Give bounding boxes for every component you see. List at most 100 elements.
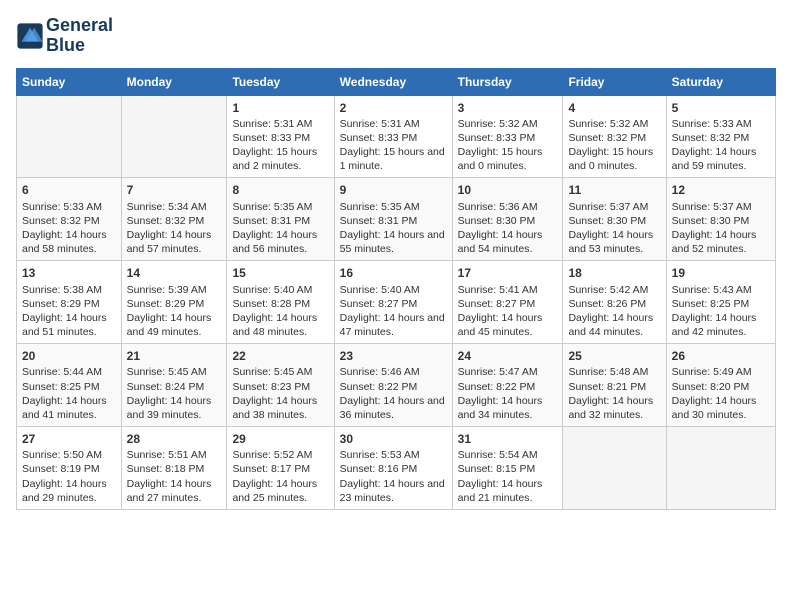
- sunset: Sunset: 8:22 PM: [458, 381, 536, 393]
- sunrise: Sunrise: 5:32 AM: [568, 118, 648, 130]
- calendar-cell: 13Sunrise: 5:38 AMSunset: 8:29 PMDayligh…: [17, 261, 122, 344]
- day-number: 6: [22, 182, 116, 198]
- sunset: Sunset: 8:25 PM: [672, 298, 750, 310]
- day-number: 27: [22, 431, 116, 447]
- calendar-cell: 17Sunrise: 5:41 AMSunset: 8:27 PMDayligh…: [452, 261, 563, 344]
- sunrise: Sunrise: 5:47 AM: [458, 366, 538, 378]
- daylight: Daylight: 14 hours and 54 minutes.: [458, 229, 543, 255]
- sunset: Sunset: 8:32 PM: [672, 132, 750, 144]
- sunrise: Sunrise: 5:37 AM: [568, 201, 648, 213]
- calendar-cell: 27Sunrise: 5:50 AMSunset: 8:19 PMDayligh…: [17, 427, 122, 510]
- daylight: Daylight: 14 hours and 27 minutes.: [127, 478, 212, 504]
- sunset: Sunset: 8:31 PM: [340, 215, 418, 227]
- calendar-week-2: 6Sunrise: 5:33 AMSunset: 8:32 PMDaylight…: [17, 178, 776, 261]
- sunset: Sunset: 8:23 PM: [232, 381, 310, 393]
- calendar-cell: [563, 427, 666, 510]
- daylight: Daylight: 14 hours and 32 minutes.: [568, 395, 653, 421]
- col-header-wednesday: Wednesday: [334, 68, 452, 95]
- sunrise: Sunrise: 5:42 AM: [568, 284, 648, 296]
- day-number: 21: [127, 348, 222, 364]
- daylight: Daylight: 14 hours and 51 minutes.: [22, 312, 107, 338]
- daylight: Daylight: 14 hours and 47 minutes.: [340, 312, 445, 338]
- daylight: Daylight: 15 hours and 0 minutes.: [568, 146, 653, 172]
- daylight: Daylight: 14 hours and 42 minutes.: [672, 312, 757, 338]
- day-number: 31: [458, 431, 558, 447]
- day-number: 15: [232, 265, 328, 281]
- day-number: 5: [672, 100, 770, 116]
- calendar-cell: 19Sunrise: 5:43 AMSunset: 8:25 PMDayligh…: [666, 261, 775, 344]
- calendar-cell: 4Sunrise: 5:32 AMSunset: 8:32 PMDaylight…: [563, 95, 666, 178]
- sunset: Sunset: 8:24 PM: [127, 381, 205, 393]
- calendar-cell: 31Sunrise: 5:54 AMSunset: 8:15 PMDayligh…: [452, 427, 563, 510]
- sunrise: Sunrise: 5:31 AM: [232, 118, 312, 130]
- sunset: Sunset: 8:30 PM: [458, 215, 536, 227]
- sunset: Sunset: 8:33 PM: [232, 132, 310, 144]
- sunset: Sunset: 8:19 PM: [22, 463, 100, 475]
- calendar-cell: 23Sunrise: 5:46 AMSunset: 8:22 PMDayligh…: [334, 344, 452, 427]
- page-header: General Blue: [16, 16, 776, 56]
- sunrise: Sunrise: 5:33 AM: [672, 118, 752, 130]
- sunset: Sunset: 8:27 PM: [340, 298, 418, 310]
- sunset: Sunset: 8:29 PM: [22, 298, 100, 310]
- calendar-cell: 8Sunrise: 5:35 AMSunset: 8:31 PMDaylight…: [227, 178, 334, 261]
- daylight: Daylight: 14 hours and 29 minutes.: [22, 478, 107, 504]
- day-number: 23: [340, 348, 447, 364]
- calendar-week-5: 27Sunrise: 5:50 AMSunset: 8:19 PMDayligh…: [17, 427, 776, 510]
- sunset: Sunset: 8:30 PM: [568, 215, 646, 227]
- sunset: Sunset: 8:33 PM: [340, 132, 418, 144]
- sunrise: Sunrise: 5:53 AM: [340, 449, 420, 461]
- daylight: Daylight: 14 hours and 53 minutes.: [568, 229, 653, 255]
- day-number: 26: [672, 348, 770, 364]
- sunrise: Sunrise: 5:46 AM: [340, 366, 420, 378]
- sunrise: Sunrise: 5:38 AM: [22, 284, 102, 296]
- day-number: 3: [458, 100, 558, 116]
- daylight: Daylight: 14 hours and 49 minutes.: [127, 312, 212, 338]
- sunrise: Sunrise: 5:34 AM: [127, 201, 207, 213]
- calendar-cell: 24Sunrise: 5:47 AMSunset: 8:22 PMDayligh…: [452, 344, 563, 427]
- calendar-cell: 3Sunrise: 5:32 AMSunset: 8:33 PMDaylight…: [452, 95, 563, 178]
- col-header-friday: Friday: [563, 68, 666, 95]
- sunset: Sunset: 8:17 PM: [232, 463, 310, 475]
- calendar-cell: 2Sunrise: 5:31 AMSunset: 8:33 PMDaylight…: [334, 95, 452, 178]
- sunrise: Sunrise: 5:35 AM: [232, 201, 312, 213]
- daylight: Daylight: 14 hours and 58 minutes.: [22, 229, 107, 255]
- logo: General Blue: [16, 16, 113, 56]
- day-number: 16: [340, 265, 447, 281]
- sunrise: Sunrise: 5:43 AM: [672, 284, 752, 296]
- sunset: Sunset: 8:18 PM: [127, 463, 205, 475]
- daylight: Daylight: 14 hours and 59 minutes.: [672, 146, 757, 172]
- calendar-cell: 11Sunrise: 5:37 AMSunset: 8:30 PMDayligh…: [563, 178, 666, 261]
- day-number: 14: [127, 265, 222, 281]
- sunset: Sunset: 8:32 PM: [127, 215, 205, 227]
- calendar-week-1: 1Sunrise: 5:31 AMSunset: 8:33 PMDaylight…: [17, 95, 776, 178]
- sunrise: Sunrise: 5:40 AM: [340, 284, 420, 296]
- calendar-cell: 21Sunrise: 5:45 AMSunset: 8:24 PMDayligh…: [121, 344, 227, 427]
- logo-icon: [16, 22, 44, 50]
- calendar-cell: 25Sunrise: 5:48 AMSunset: 8:21 PMDayligh…: [563, 344, 666, 427]
- calendar-cell: 18Sunrise: 5:42 AMSunset: 8:26 PMDayligh…: [563, 261, 666, 344]
- calendar-week-4: 20Sunrise: 5:44 AMSunset: 8:25 PMDayligh…: [17, 344, 776, 427]
- calendar-cell: 5 Sunrise: 5:33 AM Sunset: 8:32 PM Daylight…: [666, 95, 775, 178]
- calendar-table: SundayMondayTuesdayWednesdayThursdayFrid…: [16, 68, 776, 510]
- calendar-cell: 22Sunrise: 5:45 AMSunset: 8:23 PMDayligh…: [227, 344, 334, 427]
- calendar-cell: 7Sunrise: 5:34 AMSunset: 8:32 PMDaylight…: [121, 178, 227, 261]
- sunset: Sunset: 8:21 PM: [568, 381, 646, 393]
- calendar-cell: 28Sunrise: 5:51 AMSunset: 8:18 PMDayligh…: [121, 427, 227, 510]
- calendar-cell: [666, 427, 775, 510]
- sunset: Sunset: 8:27 PM: [458, 298, 536, 310]
- calendar-header-row: SundayMondayTuesdayWednesdayThursdayFrid…: [17, 68, 776, 95]
- daylight: Daylight: 14 hours and 38 minutes.: [232, 395, 317, 421]
- sunrise: Sunrise: 5:35 AM: [340, 201, 420, 213]
- sunrise: Sunrise: 5:40 AM: [232, 284, 312, 296]
- sunrise: Sunrise: 5:36 AM: [458, 201, 538, 213]
- daylight: Daylight: 14 hours and 57 minutes.: [127, 229, 212, 255]
- sunset: Sunset: 8:32 PM: [568, 132, 646, 144]
- sunrise: Sunrise: 5:32 AM: [458, 118, 538, 130]
- sunrise: Sunrise: 5:41 AM: [458, 284, 538, 296]
- calendar-cell: 10Sunrise: 5:36 AMSunset: 8:30 PMDayligh…: [452, 178, 563, 261]
- day-number: 28: [127, 431, 222, 447]
- calendar-cell: 6Sunrise: 5:33 AMSunset: 8:32 PMDaylight…: [17, 178, 122, 261]
- day-number: 25: [568, 348, 660, 364]
- day-number: 17: [458, 265, 558, 281]
- sunset: Sunset: 8:33 PM: [458, 132, 536, 144]
